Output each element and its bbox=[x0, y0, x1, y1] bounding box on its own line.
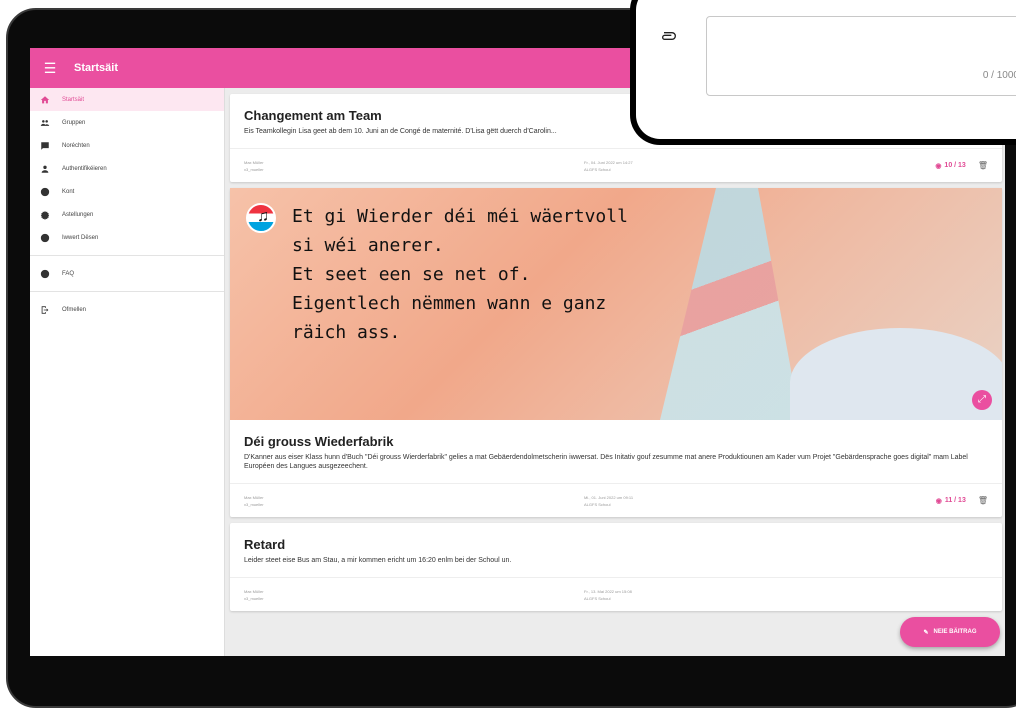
post-user: x3_mueller bbox=[244, 166, 264, 172]
message-icon bbox=[40, 141, 62, 151]
delete-icon[interactable]: 🗑 bbox=[978, 496, 988, 505]
post-image: ♫ Et gi Wierder déi méi wäertvoll si wéi… bbox=[230, 188, 1002, 420]
post-date: Fr., 13. Mai 2022 um 15:08 bbox=[584, 588, 632, 594]
post-card: Retard Leider steet eise Bus am Stau, a … bbox=[230, 523, 1002, 611]
post-user: x3_mueller bbox=[244, 501, 264, 507]
post-meta: Max Müller x3_mueller Fr., 04. Juni 2022… bbox=[230, 148, 1002, 182]
post-title: Retard bbox=[244, 537, 286, 552]
drawing-table bbox=[790, 328, 1002, 420]
post-school: ALGFS Schoul bbox=[584, 595, 611, 601]
post-date: Fr., 04. Juni 2022 um 14:27 bbox=[584, 159, 633, 165]
sidebar-item-label: Startsäit bbox=[62, 96, 85, 103]
sidebar-item-iwwert-desen[interactable]: Iwwert Dësen bbox=[30, 226, 224, 249]
image-text-line: si wéi anerer. bbox=[292, 235, 444, 256]
new-post-button[interactable]: ✎ NEIE BÄITRAG bbox=[900, 617, 1000, 647]
sidebar-item-label: Kont bbox=[62, 188, 75, 195]
eye-icon: ◉ bbox=[935, 162, 942, 170]
views-count: 10 / 13 bbox=[944, 162, 966, 169]
post-meta: Max Müller x3_mueller Mi., 01. Juni 2022… bbox=[230, 483, 1002, 517]
image-text-line: räich ass. bbox=[292, 322, 401, 343]
new-post-label: NEIE BÄITRAG bbox=[933, 629, 977, 635]
post-feed: Changement am Team Eis Teamkollegin Lisa… bbox=[230, 94, 1002, 617]
sidebar-item-kont[interactable]: Kont bbox=[30, 180, 224, 203]
sidebar-divider bbox=[30, 255, 224, 256]
help-icon bbox=[40, 269, 62, 279]
sidebar-item-label: Iwwert Dësen bbox=[62, 234, 99, 241]
sidebar-item-label: Gruppen bbox=[62, 119, 86, 126]
views-badge[interactable]: ◉ 10 / 13 bbox=[935, 162, 966, 170]
post-title: Déi grouss Wiederfabrik bbox=[244, 434, 394, 449]
info-icon bbox=[40, 233, 62, 243]
image-text-line: Et gi Wierder déi méi wäertvoll bbox=[292, 206, 628, 227]
sidebar-item-startsait[interactable]: Startsäit bbox=[30, 88, 224, 111]
phone-overlay: 0 / 1000 bbox=[630, 0, 1016, 145]
views-count: 11 / 13 bbox=[944, 497, 966, 504]
post-author: Max Müller bbox=[244, 159, 264, 165]
settings-icon bbox=[40, 210, 62, 220]
account-icon bbox=[40, 187, 62, 197]
phone-screen: 0 / 1000 bbox=[636, 0, 1016, 139]
sidebar: Startsäit Gruppen Noréchten Authentifiké… bbox=[30, 88, 225, 656]
post-date: Mi., 01. Juni 2022 um 09:11 bbox=[584, 494, 634, 500]
pencil-icon: ✎ bbox=[923, 629, 929, 636]
message-input[interactable]: 0 / 1000 bbox=[706, 16, 1016, 96]
sidebar-item-norechten[interactable]: Noréchten bbox=[30, 134, 224, 157]
sidebar-item-faq[interactable]: FAQ bbox=[30, 262, 224, 285]
post-card: ♫ Et gi Wierder déi méi wäertvoll si wéi… bbox=[230, 188, 1002, 517]
delete-icon[interactable]: 🗑 bbox=[978, 161, 988, 170]
attachment-icon[interactable] bbox=[660, 31, 676, 41]
sidebar-item-label: Authentifikéieren bbox=[62, 165, 107, 172]
eye-icon: ◉ bbox=[935, 497, 942, 505]
post-school: ALGFS Schoul bbox=[584, 501, 611, 507]
image-text-line: Et seet een se net of. bbox=[292, 264, 531, 285]
sidebar-item-astellungen[interactable]: Astellungen bbox=[30, 203, 224, 226]
sidebar-item-ofmellen[interactable]: Ofmellen bbox=[30, 298, 224, 321]
sidebar-item-gruppen[interactable]: Gruppen bbox=[30, 111, 224, 134]
expand-icon[interactable]: ⤢ bbox=[972, 390, 992, 410]
home-icon bbox=[40, 95, 62, 105]
post-meta: Max Müller x3_mueller Fr., 13. Mai 2022 … bbox=[230, 577, 1002, 611]
post-user: x3_mueller bbox=[244, 595, 264, 601]
post-author: Max Müller bbox=[244, 588, 264, 594]
sidebar-item-label: Astellungen bbox=[62, 211, 94, 218]
drawing-figure bbox=[660, 188, 800, 420]
sidebar-item-label: Ofmellen bbox=[62, 306, 87, 313]
post-body: D'Kanner aus eiser Klass hunn d'Buch "Dé… bbox=[244, 454, 968, 470]
group-icon bbox=[40, 118, 62, 128]
app-title: Startsäit bbox=[74, 62, 119, 74]
person-icon bbox=[40, 164, 62, 174]
sidebar-item-label: FAQ bbox=[62, 270, 75, 277]
image-text-line: Eigentlech nëmmen wann e ganz bbox=[292, 293, 607, 314]
char-counter: 0 / 1000 bbox=[982, 70, 1016, 81]
menu-icon[interactable]: ☰ bbox=[30, 60, 70, 77]
post-author: Max Müller bbox=[244, 494, 264, 500]
post-school: ALGFS Schoul bbox=[584, 166, 611, 172]
sidebar-item-authentifikeieren[interactable]: Authentifikéieren bbox=[30, 157, 224, 180]
image-text: Et gi Wierder déi méi wäertvoll si wéi a… bbox=[292, 202, 628, 347]
flag-logo-icon: ♫ bbox=[246, 203, 276, 233]
post-body: Leider steet eise Bus am Stau, a mir kom… bbox=[244, 557, 512, 564]
logout-icon bbox=[40, 305, 62, 315]
sidebar-divider bbox=[30, 291, 224, 292]
views-badge[interactable]: ◉ 11 / 13 bbox=[936, 497, 966, 505]
sidebar-item-label: Noréchten bbox=[62, 142, 90, 149]
